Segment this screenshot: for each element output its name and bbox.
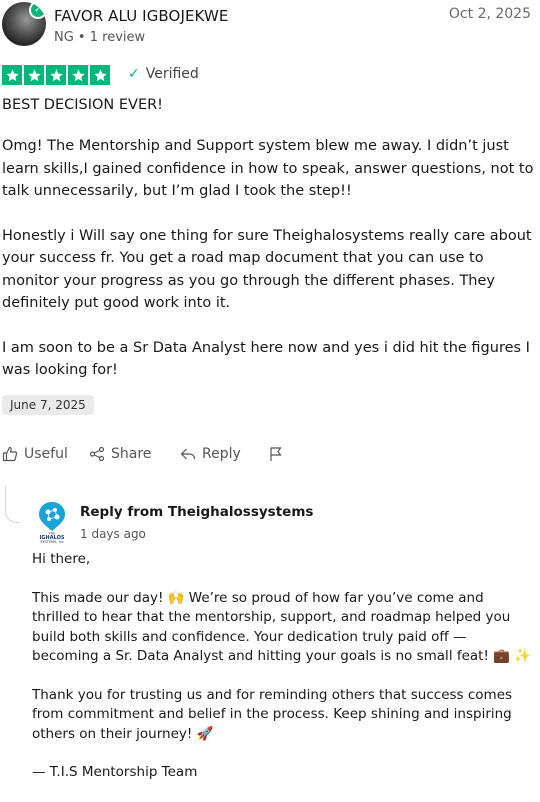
reply-paragraph: This made our day! 🙌 We’re so proud of h…	[32, 589, 532, 665]
experience-date-badge: June 7, 2025	[2, 395, 94, 415]
reply-arrow-icon	[180, 448, 196, 460]
star-icon	[68, 65, 88, 85]
verified-label[interactable]: ✓ Verified	[128, 66, 199, 82]
report-button[interactable]	[268, 446, 284, 462]
reviewer-name[interactable]: FAVOR ALU IGBOJEKWE	[54, 7, 228, 25]
useful-button[interactable]: Useful	[2, 446, 89, 462]
review-paragraph: Honestly i Will say one thing for sure T…	[2, 227, 532, 312]
review-title: BEST DECISION EVER!	[2, 97, 163, 113]
star-rating	[2, 65, 110, 85]
flag-icon	[270, 447, 282, 461]
verified-badge-icon: ✓	[29, 2, 46, 19]
reply-time: 1 days ago	[80, 527, 146, 541]
star-icon	[46, 65, 66, 85]
reply-connector-line	[5, 486, 20, 523]
review-date: Oct 2, 2025	[448, 6, 531, 22]
review-paragraph: I am soon to be a Sr Data Analyst here n…	[2, 339, 530, 379]
reply-label: Reply	[202, 446, 241, 462]
ighalos-logo-icon: THE IGHALOS SYSTEMS, Inc	[39, 502, 65, 544]
share-icon	[89, 446, 105, 462]
reviewer-avatar[interactable]: ✓	[2, 2, 46, 46]
star-icon	[90, 65, 110, 85]
company-logo[interactable]: THE IGHALOS SYSTEMS, Inc	[34, 500, 70, 544]
share-button[interactable]: Share	[89, 446, 180, 462]
reply-from[interactable]: Reply from Theighalossystems	[80, 504, 313, 520]
star-icon	[2, 65, 22, 85]
reply-paragraph: — T.I.S Mentorship Team	[32, 764, 198, 780]
reply-body: Hi there, This made our day! 🙌 We’re so …	[32, 550, 532, 802]
review-body: Omg! The Mentorship and Support system b…	[2, 135, 537, 404]
logo-text: SYSTEMS, Inc	[40, 540, 64, 544]
reply-paragraph: Thank you for trusting us and for remind…	[32, 686, 513, 742]
reply-button[interactable]: Reply	[180, 446, 268, 462]
checkmark-icon: ✓	[128, 66, 140, 82]
review-paragraph: Omg! The Mentorship and Support system b…	[2, 138, 534, 199]
useful-label: Useful	[24, 446, 68, 462]
star-icon	[24, 65, 44, 85]
thumbs-up-icon	[2, 446, 18, 462]
verified-text: Verified	[145, 66, 199, 82]
reply-paragraph: Hi there,	[32, 551, 91, 567]
reviewer-meta: NG • 1 review	[54, 30, 146, 45]
share-label: Share	[111, 446, 152, 462]
review-actions: Useful Share Reply	[2, 446, 284, 462]
